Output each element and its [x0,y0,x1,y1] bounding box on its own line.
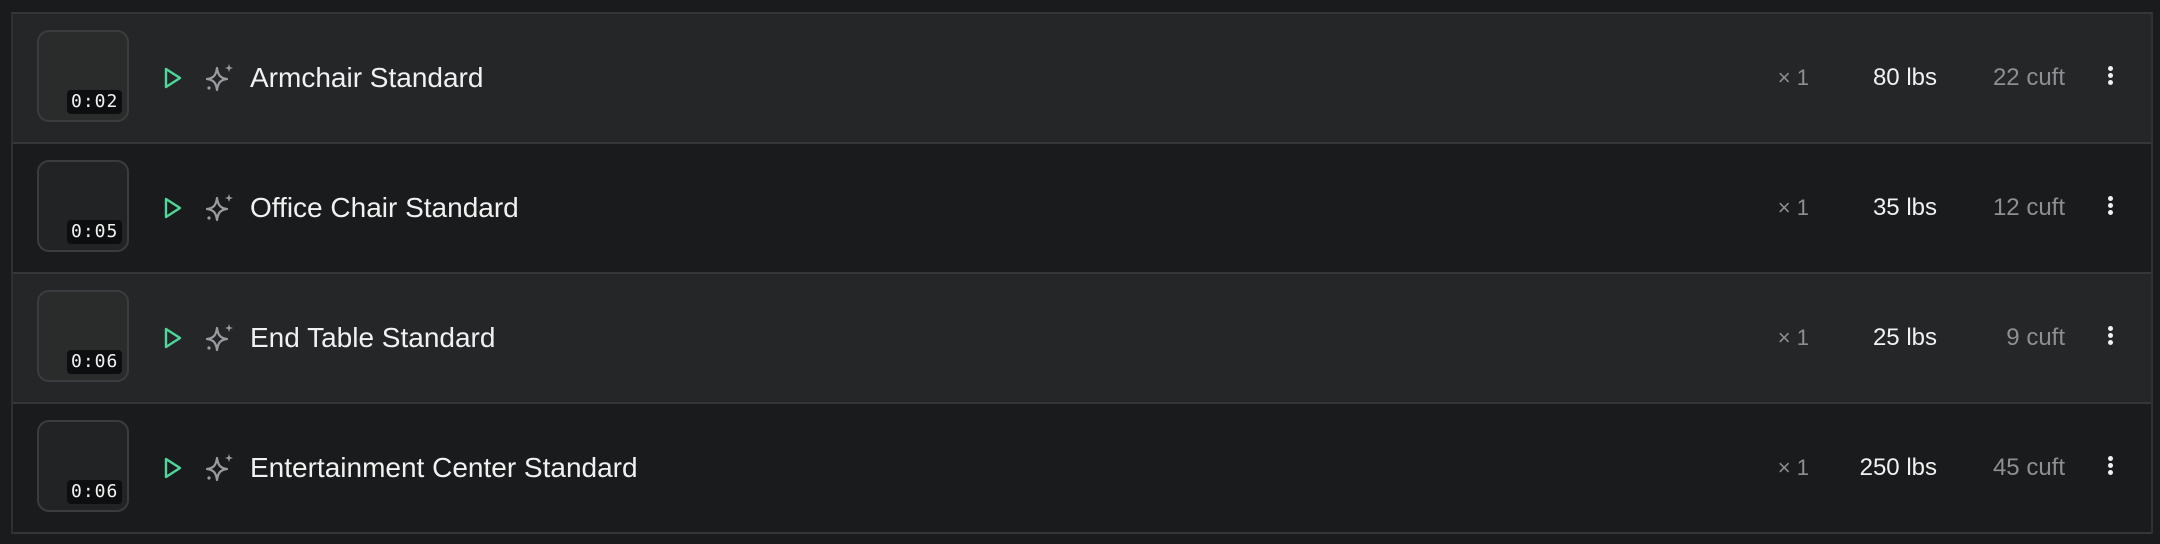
duration-badge: 0:05 [67,220,123,244]
item-name: Office Chair Standard [250,192,519,223]
list-item[interactable]: 0:02 Armchair Standard × 1 80 lbs 22 cuf… [13,14,2151,144]
play-icon[interactable] [158,454,186,482]
video-thumbnail[interactable]: 0:02 [37,30,129,122]
list-item[interactable]: 0:06 Entertainment Center Standard × 1 2… [13,404,2151,534]
item-quantity: × 1 [1777,455,1809,480]
video-thumbnail[interactable]: 0:06 [37,420,129,512]
item-list: 0:02 Armchair Standard × 1 80 lbs 22 cuf… [11,12,2153,534]
item-quantity: × 1 [1777,65,1809,90]
duration-badge: 0:06 [67,480,123,504]
more-options-icon[interactable] [2105,194,2115,222]
item-weight: 25 lbs [1872,324,1937,351]
item-volume: 45 cuft [1992,454,2065,481]
sparkle-icon [205,64,233,92]
duration-badge: 0:06 [67,350,123,374]
item-volume: 22 cuft [1992,64,2065,91]
play-icon[interactable] [158,64,186,92]
sparkle-icon [205,194,233,222]
item-weight: 250 lbs [1859,454,1937,481]
play-icon[interactable] [158,324,186,352]
more-options-icon[interactable] [2105,454,2115,482]
item-name: End Table Standard [250,322,496,353]
list-item[interactable]: 0:06 End Table Standard × 1 25 lbs 9 cuf… [13,274,2151,404]
duration-badge: 0:02 [67,90,123,114]
item-name: Entertainment Center Standard [250,452,638,483]
item-volume: 12 cuft [1992,194,2065,221]
item-name: Armchair Standard [250,62,484,93]
video-thumbnail[interactable]: 0:05 [37,160,129,252]
sparkle-icon [205,324,233,352]
item-weight: 80 lbs [1872,64,1937,91]
play-icon[interactable] [158,194,186,222]
item-quantity: × 1 [1777,325,1809,350]
item-list-panel: 0:02 Armchair Standard × 1 80 lbs 22 cuf… [0,0,2160,544]
item-volume: 9 cuft [2006,324,2065,351]
more-options-icon[interactable] [2105,324,2115,352]
sparkle-icon [205,454,233,482]
item-weight: 35 lbs [1872,194,1937,221]
list-item[interactable]: 0:05 Office Chair Standard × 1 35 lbs 12… [13,144,2151,274]
item-quantity: × 1 [1777,195,1809,220]
more-options-icon[interactable] [2105,64,2115,92]
video-thumbnail[interactable]: 0:06 [37,290,129,382]
